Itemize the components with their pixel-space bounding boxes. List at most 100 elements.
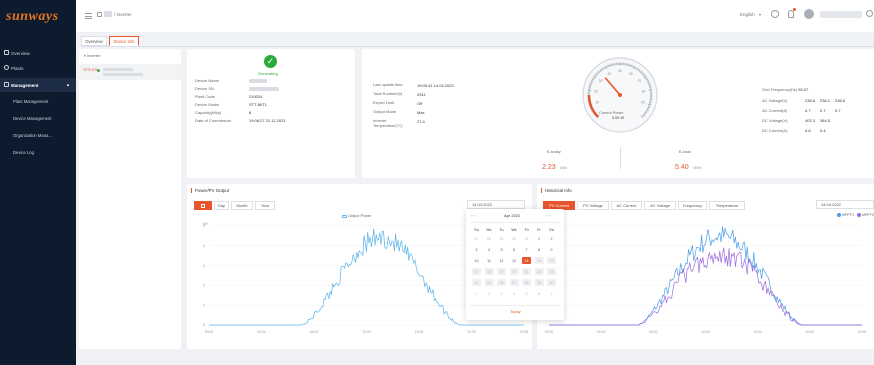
calendar-day[interactable]: 11 [485,257,494,264]
tree-root[interactable]: ▾ Inverter [84,53,100,58]
period-month-button[interactable]: Month [231,201,253,210]
calendar-day[interactable]: 15 [534,257,544,264]
sidebar-item-overview[interactable]: Overview [0,46,76,60]
menu-toggle-icon[interactable] [85,13,92,19]
calendar-day[interactable]: 2 [485,290,494,297]
calendar-day[interactable]: 9 [547,246,556,253]
breadcrumb[interactable]: / Inverter [114,12,132,17]
calendar-day[interactable]: 3 [472,246,481,253]
realtime-field-label: Output Mode [373,109,397,114]
legend-label: Output Power [348,214,372,218]
historical-tab[interactable]: AC Current [611,201,642,210]
calendar-day[interactable]: 3 [497,290,506,297]
management-icon [4,82,9,87]
help-icon[interactable] [771,10,779,18]
calendar-day[interactable]: 26 [497,279,506,286]
sidebar-item-management[interactable]: Management ▲ [0,78,76,92]
legend-label: MPPT2 [861,213,874,217]
prev-year-icon[interactable]: « ‹ [471,213,476,218]
gauge-svg: 10 20 30 40 50 60 70 80 90 [582,57,658,133]
gear-icon[interactable] [866,10,873,17]
device-name-blur [103,68,133,71]
calendar-day[interactable]: 21 [522,268,531,275]
calendar-day[interactable]: 4 [510,290,519,297]
avatar[interactable] [804,9,814,19]
sidebar: sunways Overview Plants Management ▲ Pla… [0,0,76,365]
calendar-day[interactable]: 25 [484,279,494,286]
device-field-value: 210024 [249,94,263,99]
calendar-day[interactable]: 28 [485,235,494,242]
calendar-day[interactable]: 30 [547,279,556,286]
today-link[interactable]: Today [510,309,521,314]
x-tick-label: 08:00 [649,330,658,334]
calendar-day[interactable]: 2 [547,235,556,242]
calendar-day[interactable]: 28 [522,279,531,286]
calendar-day[interactable]: 4 [485,246,494,253]
historical-date-input[interactable]: 14.04.2022 [816,200,874,209]
gauge-tick-label: 40 [607,72,611,76]
power-date-input[interactable]: 14.04.2022 [467,200,525,209]
calendar-day[interactable]: 18 [484,268,494,275]
calendar-day[interactable]: 6 [535,290,544,297]
device-field-label: Capacity(kWp) [195,110,222,115]
calendar-day[interactable]: 5 [522,290,531,297]
language-select[interactable]: English [740,12,755,17]
period-year-button[interactable]: Year [255,201,275,210]
calendar-day[interactable]: 30 [510,235,519,242]
calendar-day[interactable]: 16 [547,257,556,264]
calendar-mode-button[interactable] [194,201,212,210]
calendar-month[interactable]: Apr [504,213,510,218]
calendar-day[interactable]: 17 [472,268,481,275]
tree-item[interactable]: STS KS [79,64,181,80]
calendar-year[interactable]: 2022 [511,213,520,218]
historical-tab[interactable]: AC Voltage [644,201,676,210]
calendar-day[interactable]: 19 [497,268,506,275]
calendar-day[interactable]: 22 [534,268,544,275]
historical-tab[interactable]: Temperature [709,201,745,210]
realtime-field-label: Last update time [373,82,403,87]
calendar-day[interactable]: 5 [497,246,506,253]
calendar-day[interactable]: 23 [547,268,556,275]
calendar-day[interactable]: 14 [522,257,531,264]
calendar-weekday: Mo [486,227,492,232]
calendar-day[interactable]: 10 [472,257,481,264]
calendar-day[interactable]: 29 [534,279,544,286]
calendar-day[interactable]: 13 [510,257,519,264]
home-icon[interactable] [97,12,102,17]
period-day-button[interactable]: Day [214,201,229,210]
calendar-day[interactable]: 31 [522,235,531,242]
calendar-day[interactable]: 12 [497,257,506,264]
sidebar-item-device-log[interactable]: Device Log [0,145,76,159]
calendar-day[interactable]: 20 [509,268,519,275]
etoday-unit: kWh [560,166,568,170]
calendar-day[interactable]: 7 [547,290,556,297]
calendar-day[interactable]: 27 [472,235,481,242]
power-date-value: 14.04.2022 [472,202,493,207]
brand-logo: sunways [6,9,59,24]
gauge-tick-label: 80 [642,89,646,93]
tab-device-info[interactable]: Device Info [109,36,139,46]
calendar-day[interactable]: 8 [535,246,544,253]
calendar-day[interactable]: 1 [535,235,544,242]
bell-icon[interactable] [788,10,794,18]
tab-overview[interactable]: Overview [81,36,107,46]
historical-chart: 00:00 04:00 08:00 12:00 16:00 20:00 23:55 [545,225,866,334]
sidebar-item-device-management[interactable]: Device Management [0,111,76,125]
calendar-day[interactable]: 29 [497,235,506,242]
historical-tab[interactable]: PV Voltage [577,201,609,210]
historical-tab[interactable]: Frequency [678,201,707,210]
calendar-day[interactable]: 1 [472,290,481,297]
sidebar-item-organization-management[interactable]: Organization Mana... [0,128,76,142]
historical-series-line [549,247,862,326]
sidebar-item-plant-management[interactable]: Plant Management [0,94,76,108]
sidebar-item-plants[interactable]: Plants [0,61,76,75]
calendar-day[interactable]: 6 [510,246,519,253]
next-year-icon[interactable]: › » [546,213,551,218]
calendar-day[interactable]: 7 [522,246,531,253]
grid-row-value: 384.5 [820,118,831,123]
calendar-day[interactable]: 27 [509,279,519,286]
calendar-day[interactable]: 24 [472,279,481,286]
historical-card: Historical Info PV Current PV Voltage AC C… [537,184,874,349]
grid-row-label: DC Current(A) [762,128,788,133]
x-tick-label: 20:00 [806,330,815,334]
